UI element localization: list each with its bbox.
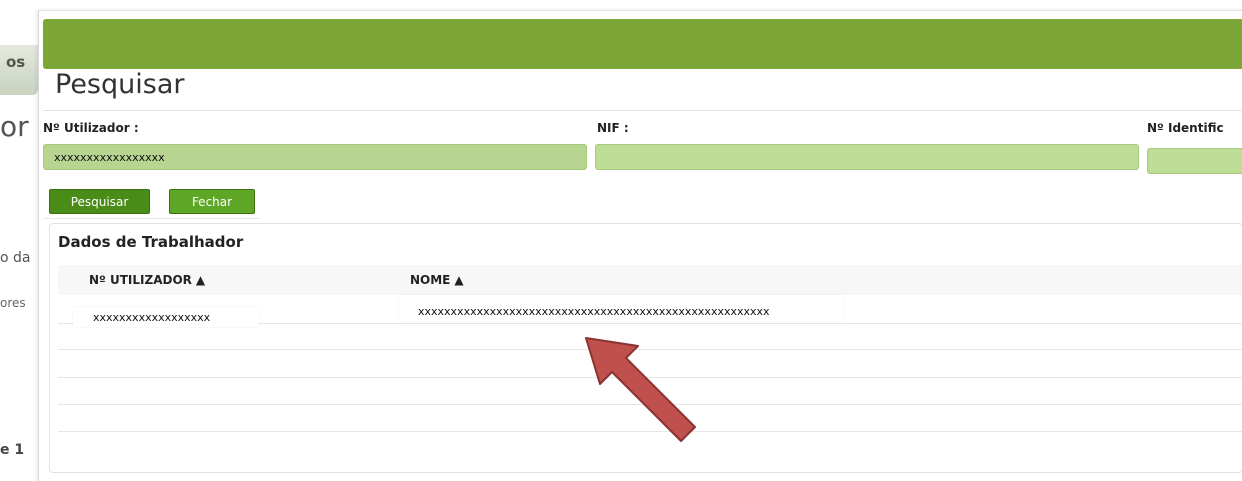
background-text: ores xyxy=(0,296,26,310)
sort-icon[interactable]: ▲︎ xyxy=(196,273,205,287)
background-text: o da xyxy=(0,250,31,266)
column-header-nome[interactable]: NOME ▲︎ xyxy=(410,273,464,287)
dialog-header-bar[interactable] xyxy=(43,19,1242,69)
table-header xyxy=(58,265,1242,295)
background-tab-label: os xyxy=(6,53,26,71)
results-title: Dados de Trabalhador xyxy=(58,233,244,251)
annotation-arrow-icon xyxy=(585,337,696,442)
column-label: Nº UTILIZADOR xyxy=(89,273,192,287)
cell-utilizador[interactable]: xxxxxxxxxxxxxxxxxx xyxy=(93,311,210,324)
nif-input[interactable] xyxy=(595,144,1139,170)
close-button[interactable]: Fechar xyxy=(169,189,255,214)
nif-label: NIF : xyxy=(597,121,629,135)
background-text: e 1 xyxy=(0,442,25,458)
dialog-title: Pesquisar xyxy=(55,69,185,100)
column-header-utilizador[interactable]: Nº UTILIZADOR ▲︎ xyxy=(89,273,205,287)
identificacao-input[interactable] xyxy=(1147,148,1242,174)
background-tab: os xyxy=(0,45,38,95)
identificacao-label: Nº Identific xyxy=(1147,121,1224,135)
background-heading: or xyxy=(0,110,29,143)
utilizador-input[interactable] xyxy=(43,144,587,170)
sort-icon[interactable]: ▲︎ xyxy=(454,273,463,287)
column-label: NOME xyxy=(410,273,451,287)
utilizador-label: Nº Utilizador : xyxy=(43,121,139,135)
search-button[interactable]: Pesquisar xyxy=(49,189,150,214)
divider xyxy=(43,110,1242,111)
cell-nome[interactable]: xxxxxxxxxxxxxxxxxxxxxxxxxxxxxxxxxxxxxxxx… xyxy=(418,305,770,318)
